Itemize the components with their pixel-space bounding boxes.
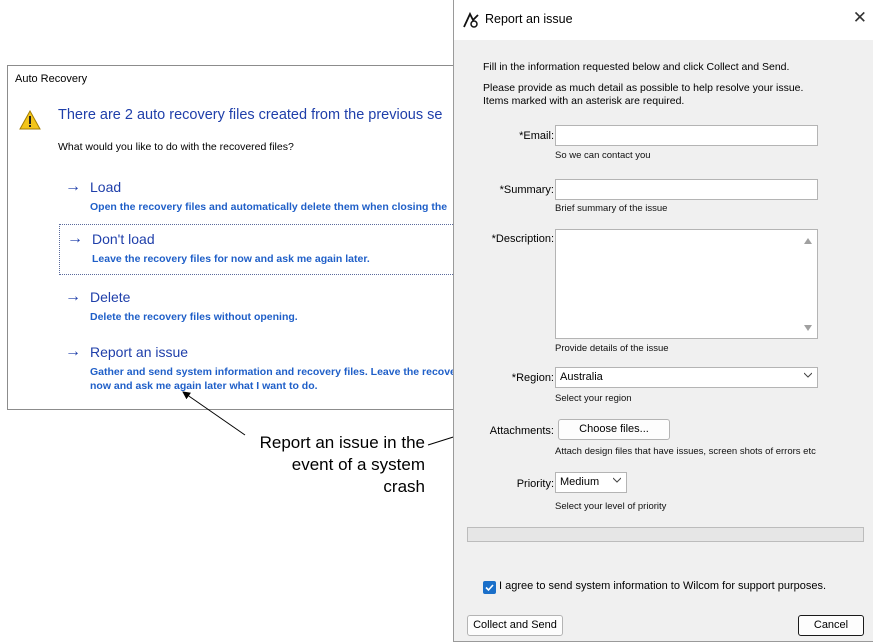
annotation-line: Report an issue in the bbox=[259, 433, 425, 452]
option-label: Load bbox=[90, 179, 122, 195]
arrow-right-icon: → bbox=[65, 343, 81, 360]
cancel-button[interactable]: Cancel bbox=[798, 615, 864, 636]
description-hint: Provide details of the issue bbox=[555, 343, 669, 354]
region-select[interactable]: Australia bbox=[555, 367, 818, 388]
option-desc: Gather and send system information and r… bbox=[90, 366, 456, 378]
agree-checkbox[interactable] bbox=[483, 581, 496, 594]
region-hint: Select your region bbox=[555, 393, 632, 404]
summary-label: *Summary: bbox=[499, 184, 554, 196]
option-label: Report an issue bbox=[90, 344, 189, 360]
recovery-question: What would you like to do with the recov… bbox=[58, 141, 294, 153]
load-option[interactable]: → Load Open the recovery files and autom… bbox=[58, 173, 458, 223]
report-issue-option[interactable]: → Report an issue Gather and send system… bbox=[58, 338, 458, 398]
description-field[interactable] bbox=[555, 229, 818, 339]
intro-text: Fill in the information requested below … bbox=[483, 61, 790, 73]
scroll-up-icon[interactable] bbox=[804, 238, 812, 244]
summary-field[interactable] bbox=[555, 179, 818, 200]
agree-label[interactable]: I agree to send system information to Wi… bbox=[499, 580, 826, 592]
progress-bar bbox=[467, 527, 864, 542]
attachments-label: Attachments: bbox=[489, 425, 554, 437]
recovery-headline: There are 2 auto recovery files created … bbox=[58, 107, 443, 123]
option-desc: Delete the recovery files without openin… bbox=[90, 311, 298, 323]
intro-text: Please provide as much detail as possibl… bbox=[483, 82, 804, 94]
intro-text: Items marked with an asterisk are requir… bbox=[483, 95, 685, 107]
dialog-title: Report an issue bbox=[485, 12, 573, 26]
annotation-line: crash bbox=[383, 477, 425, 496]
report-issue-dialog: Report an issue ✕ Fill in the informatio… bbox=[453, 0, 873, 642]
auto-recovery-window: Auto Recovery There are 2 auto recovery … bbox=[7, 65, 459, 410]
chevron-down-icon bbox=[613, 477, 621, 483]
email-field[interactable] bbox=[555, 125, 818, 146]
warning-icon bbox=[19, 110, 41, 130]
annotation-text: Report an issue in the event of a system… bbox=[200, 432, 425, 498]
choose-files-button[interactable]: Choose files... bbox=[558, 419, 670, 440]
close-icon[interactable]: ✕ bbox=[853, 8, 867, 28]
scroll-down-icon[interactable] bbox=[804, 325, 812, 331]
option-label: Don't load bbox=[92, 231, 155, 247]
attachments-hint: Attach design files that have issues, sc… bbox=[555, 446, 816, 457]
option-desc-line-2: now and ask me again later what I want t… bbox=[90, 380, 318, 392]
collect-and-send-button[interactable]: Collect and Send bbox=[467, 615, 563, 636]
region-value: Australia bbox=[560, 371, 603, 383]
priority-label: Priority: bbox=[516, 478, 554, 490]
summary-hint: Brief summary of the issue bbox=[555, 203, 668, 214]
annotation-line: event of a system bbox=[291, 455, 425, 474]
dialog-titlebar: Report an issue ✕ bbox=[454, 0, 873, 40]
delete-option[interactable]: → Delete Delete the recovery files witho… bbox=[58, 283, 458, 333]
arrow-right-icon: → bbox=[65, 178, 81, 195]
option-desc: Open the recovery files and automaticall… bbox=[90, 201, 448, 213]
dont-load-option[interactable]: → Don't load Leave the recovery files fo… bbox=[59, 224, 458, 275]
description-scrollbar[interactable] bbox=[800, 230, 817, 339]
priority-hint: Select your level of priority bbox=[555, 501, 667, 512]
description-label: *Description: bbox=[491, 233, 554, 245]
option-label: Delete bbox=[90, 289, 131, 305]
region-label: *Region: bbox=[511, 372, 554, 384]
window-title: Auto Recovery bbox=[15, 73, 88, 85]
email-hint: So we can contact you bbox=[555, 150, 651, 161]
checkmark-icon bbox=[485, 584, 494, 592]
arrow-right-icon: → bbox=[67, 230, 83, 247]
priority-value: Medium bbox=[560, 476, 600, 488]
arrow-right-icon: → bbox=[65, 288, 81, 305]
chevron-down-icon bbox=[804, 372, 812, 378]
email-label: *Email: bbox=[519, 130, 554, 142]
option-desc: Leave the recovery files for now and ask… bbox=[92, 253, 370, 265]
priority-select[interactable]: Medium bbox=[555, 472, 627, 493]
wilcom-logo-icon bbox=[463, 12, 479, 28]
